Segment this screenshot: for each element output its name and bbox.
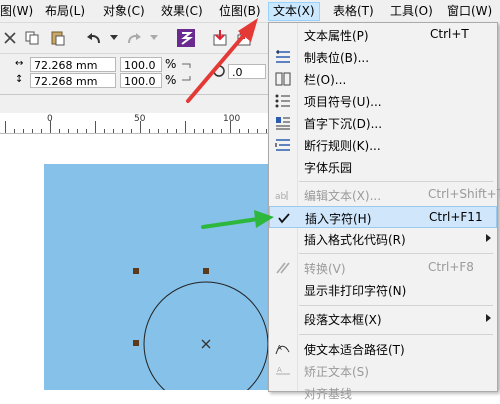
red-arrow — [186, 18, 258, 103]
annotation-overlay — [186, 18, 274, 229]
green-arrow — [201, 210, 274, 229]
